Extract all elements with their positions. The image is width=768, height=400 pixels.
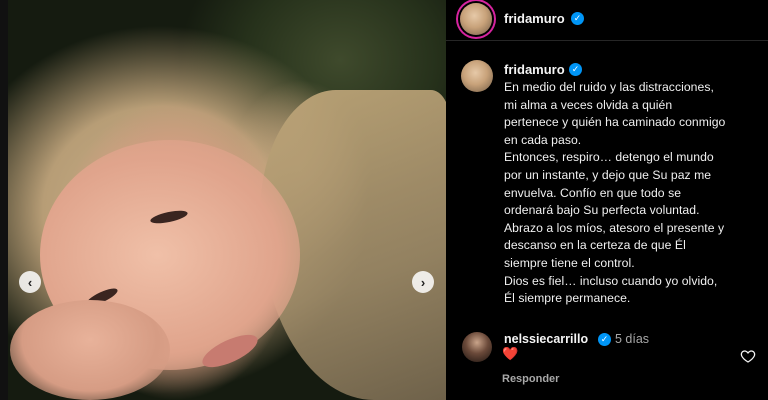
chevron-right-icon: › (420, 274, 426, 290)
carousel-prev-button[interactable]: ‹ (19, 271, 41, 293)
commenter-avatar[interactable] (462, 332, 492, 362)
caption-username[interactable]: fridamuro (504, 62, 565, 77)
photo-hand (10, 300, 170, 400)
carousel-next-button[interactable]: › (412, 271, 434, 293)
author-avatar[interactable] (460, 3, 492, 35)
commenter-username[interactable]: nelssiecarrillo (504, 332, 588, 346)
post-header: fridamuro ✓ (446, 0, 768, 41)
reply-button[interactable]: Responder (502, 373, 559, 385)
caption-avatar[interactable] (461, 60, 493, 92)
post-side-panel: fridamuro ✓ fridamuro ✓ En medio del rui… (446, 0, 768, 400)
author-username[interactable]: fridamuro (504, 11, 565, 26)
post-photo[interactable]: ‹ › (0, 0, 450, 400)
caption-text: En medio del ruido y las distracciones, … (504, 80, 726, 306)
verified-badge-icon: ✓ (571, 12, 584, 25)
photo-edge (0, 0, 8, 400)
chevron-left-icon: ‹ (27, 274, 33, 290)
verified-badge-icon: ✓ (598, 333, 611, 346)
comment-text: ❤️ (502, 346, 519, 361)
verified-badge-icon: ✓ (569, 63, 582, 76)
heart-icon[interactable] (740, 348, 756, 364)
comment-timestamp[interactable]: 5 días (615, 332, 649, 346)
